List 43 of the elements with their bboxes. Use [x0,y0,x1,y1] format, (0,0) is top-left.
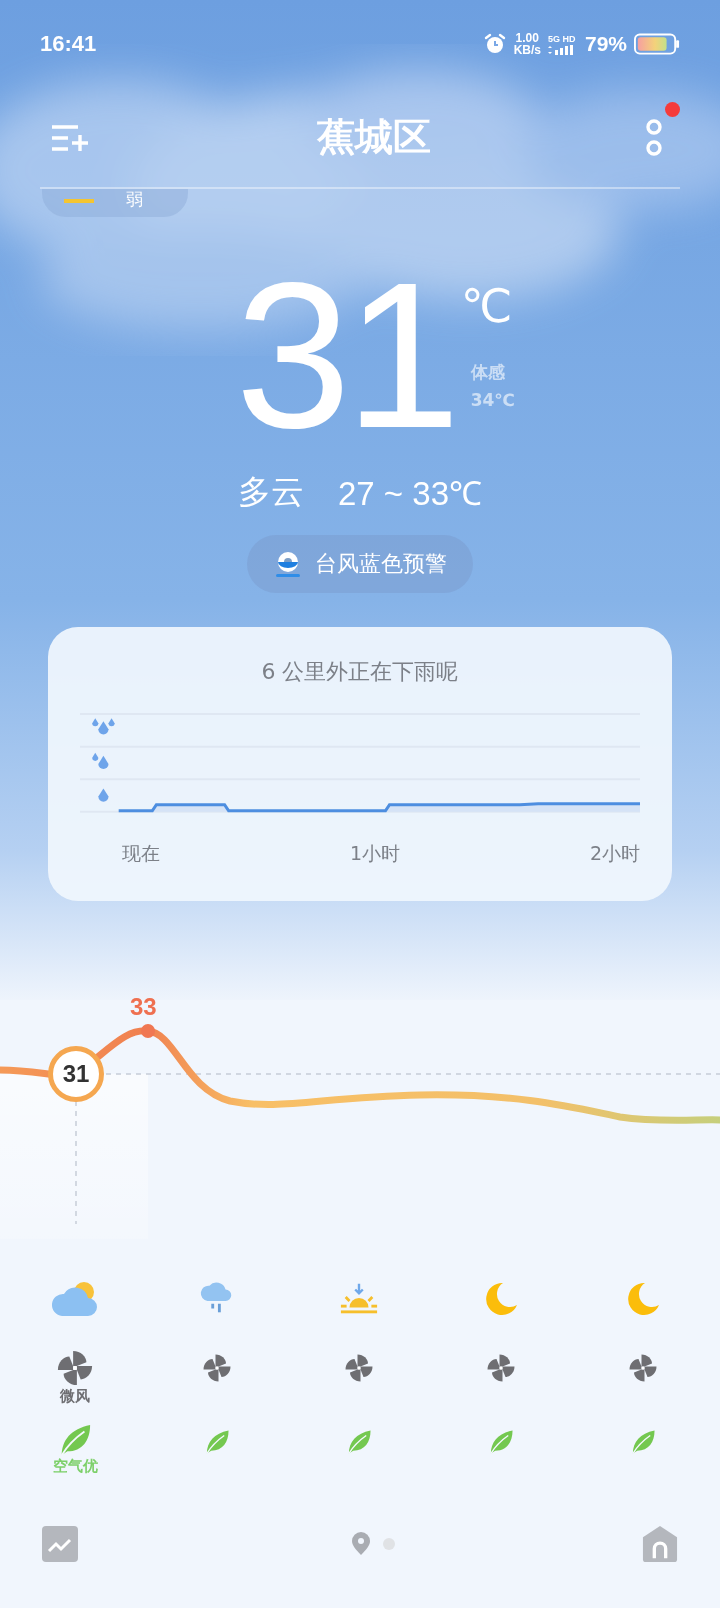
uv-pill[interactable]: 弱 [42,188,188,217]
temperature-unit: ℃ [460,280,514,333]
wind-icon [628,1353,658,1384]
leaf-icon [488,1429,514,1456]
heavy-rain-icon [92,718,115,735]
time-label: 现在 [122,841,160,867]
time-label: 1小时 [349,841,400,867]
trend-chart-icon[interactable] [42,1525,78,1562]
location-pin-icon[interactable] [351,1531,371,1556]
partly-cloudy-icon [50,1280,100,1319]
battery-percent: 79% [584,32,627,57]
current-temperature: 31 [235,260,455,451]
network-speed: 1.00 KB/s [513,32,541,57]
peak-temperature: 33 [130,993,157,1022]
air-quality-label: 空气优 [52,1457,98,1477]
status-time: 16:41 [40,31,97,58]
battery-icon [634,33,680,56]
more-icon[interactable] [644,117,664,158]
feels-like-label: 体感 [470,361,506,385]
leaf-icon [58,1423,92,1458]
leaf-icon [346,1429,372,1456]
wind-icon [344,1353,374,1384]
typhoon-icon [273,549,303,580]
wind-icon [202,1353,232,1384]
moon-icon [625,1281,661,1318]
typhoon-alert-button[interactable]: 台风蓝色预警 [247,535,473,594]
city-title: 蕉城区 [317,114,431,162]
weather-condition: 多云 [238,472,304,513]
signal-indicator: 5G HD [547,33,578,55]
wind-icon [486,1353,516,1384]
moderate-rain-icon [92,753,109,770]
temperature-range: 27 ~ 33℃ [338,474,482,515]
wind-icon [56,1349,94,1388]
time-label: 2小时 [589,841,640,867]
feels-like-value: 34℃ [470,389,516,413]
leaf-icon [630,1429,656,1456]
light-rain-icon [98,788,109,802]
moon-icon [483,1281,519,1318]
add-city-icon[interactable] [50,122,90,153]
rain-forecast-title: 6 公里外正在下雨呢 [261,658,459,687]
home-icon[interactable] [642,1525,678,1562]
wind-label: 微风 [60,1387,90,1407]
leaf-icon [204,1429,230,1456]
